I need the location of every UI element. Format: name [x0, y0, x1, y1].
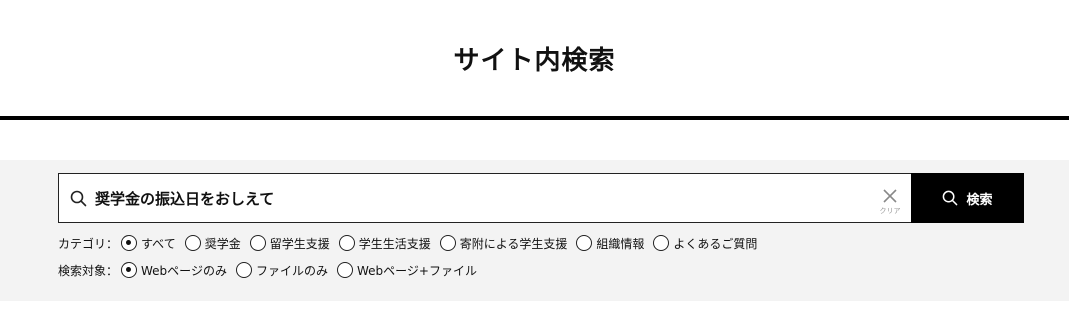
page-header: サイト内検索 — [0, 0, 1069, 120]
radio-label: 寄附による学生支援 — [459, 236, 568, 251]
header-divider — [0, 116, 1069, 120]
close-icon — [883, 189, 897, 203]
radio-circle — [249, 235, 266, 251]
radio-label: 組織情報 — [596, 236, 645, 251]
search-icon — [70, 190, 87, 207]
radio-label: ファイルのみ — [255, 263, 328, 278]
target-label: 検索対象： — [58, 263, 119, 278]
target-radio-web[interactable]: Webページのみ — [121, 262, 227, 279]
radio-label: Webページ+ファイル — [356, 263, 477, 278]
category-radio-donation[interactable]: 寄附による学生支援 — [439, 235, 568, 252]
category-radio-organization[interactable]: 組織情報 — [576, 235, 644, 252]
radio-label: 奨学金 — [204, 236, 241, 251]
search-submit-label: 検索 — [966, 192, 993, 208]
radio-circle — [235, 262, 252, 278]
radio-circle — [184, 235, 201, 251]
radio-label: 留学生支援 — [269, 236, 330, 251]
radio-circle — [439, 235, 456, 251]
category-radio-all[interactable]: すべて — [121, 235, 176, 252]
page-title: サイト内検索 — [453, 46, 616, 76]
search-bar: クリア 検索 — [58, 173, 1024, 223]
clear-button[interactable]: クリア — [879, 182, 901, 216]
category-radio-faq[interactable]: よくあるご質問 — [653, 235, 757, 252]
radio-circle — [653, 235, 670, 251]
radio-label: 学生生活支援 — [358, 236, 431, 251]
radio-circle — [338, 235, 355, 251]
category-radio-student-life[interactable]: 学生生活支援 — [338, 235, 431, 252]
radio-label: すべて — [141, 236, 176, 251]
search-submit-button[interactable]: 検索 — [911, 173, 1024, 223]
radio-label: Webページのみ — [141, 263, 227, 278]
category-label: カテゴリ： — [58, 236, 119, 251]
search-box: クリア — [58, 173, 912, 223]
search-icon — [943, 190, 958, 206]
target-radio-web-files[interactable]: Webページ+ファイル — [336, 262, 477, 279]
category-filter: カテゴリ： すべて 奨学金 留学生支援 学生生活支援 寄附による学生支援 組織情… — [58, 232, 766, 254]
target-radio-files[interactable]: ファイルのみ — [235, 262, 328, 279]
category-radio-scholarship[interactable]: 奨学金 — [184, 235, 241, 252]
clear-label: クリア — [879, 207, 901, 215]
radio-label: よくあるご質問 — [673, 236, 758, 251]
radio-circle — [121, 235, 138, 251]
search-input[interactable] — [95, 174, 875, 222]
radio-circle — [121, 262, 138, 278]
category-radio-international[interactable]: 留学生支援 — [249, 235, 330, 252]
radio-circle — [576, 235, 593, 251]
radio-circle — [336, 262, 353, 278]
search-panel: クリア 検索 カテゴリ： すべて 奨学金 留学生支援 学生生活支援 — [0, 160, 1069, 301]
target-filter: 検索対象： Webページのみ ファイルのみ Webページ+ファイル — [58, 259, 486, 281]
